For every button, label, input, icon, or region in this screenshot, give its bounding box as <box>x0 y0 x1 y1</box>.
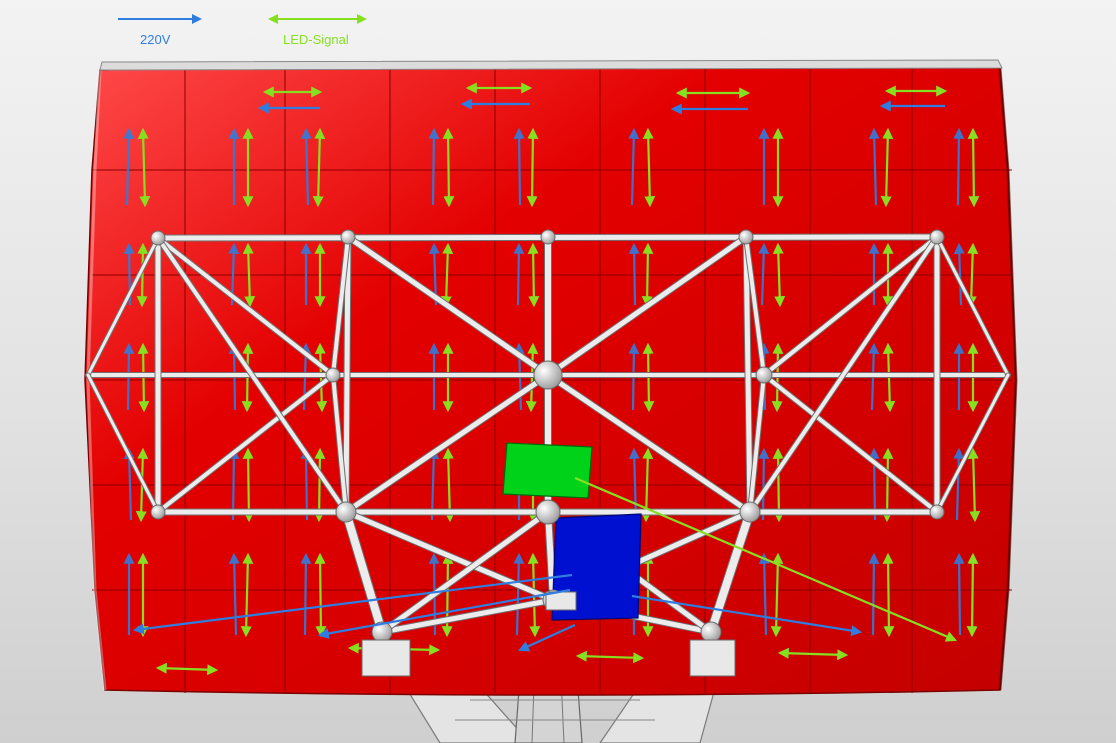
center-bracket <box>545 591 577 611</box>
truss-node <box>335 501 357 523</box>
truss-node <box>533 360 563 390</box>
truss-node <box>150 230 166 246</box>
signal-arrow <box>314 552 327 638</box>
base-plate-right <box>689 639 736 677</box>
truss-node <box>540 229 556 245</box>
signal-controller-box <box>502 442 593 499</box>
signal-arrow <box>641 242 654 308</box>
signal-arrow <box>882 552 895 638</box>
truss-node <box>535 499 561 525</box>
signal-arrow <box>136 242 149 308</box>
truss-node <box>700 621 722 643</box>
legend-power-label: 220V <box>140 32 171 47</box>
led-screen-diagram <box>84 14 1018 743</box>
signal-arrow <box>527 242 540 308</box>
signal-arrow <box>442 127 455 208</box>
power-arrow <box>953 127 965 206</box>
truss-node <box>929 229 945 245</box>
truss-node <box>738 229 754 245</box>
legend-signal-label: LED-Signal <box>283 32 349 47</box>
power-arrow <box>953 552 965 636</box>
power-arrow <box>628 242 640 306</box>
truss-node <box>929 504 945 520</box>
power-arrow <box>300 552 312 636</box>
power-arrow <box>428 127 440 206</box>
signal-arrow <box>967 127 980 208</box>
signal-arrow <box>966 552 979 638</box>
truss-node <box>150 504 166 520</box>
signal-arrow <box>526 127 539 208</box>
power-arrow <box>868 552 880 636</box>
truss-node <box>340 229 356 245</box>
power-arrow <box>513 127 525 206</box>
truss-node <box>739 501 761 523</box>
truss-node <box>325 367 341 383</box>
truss-node <box>755 366 773 384</box>
power-arrow <box>513 242 525 306</box>
base-plate-left <box>361 639 411 677</box>
